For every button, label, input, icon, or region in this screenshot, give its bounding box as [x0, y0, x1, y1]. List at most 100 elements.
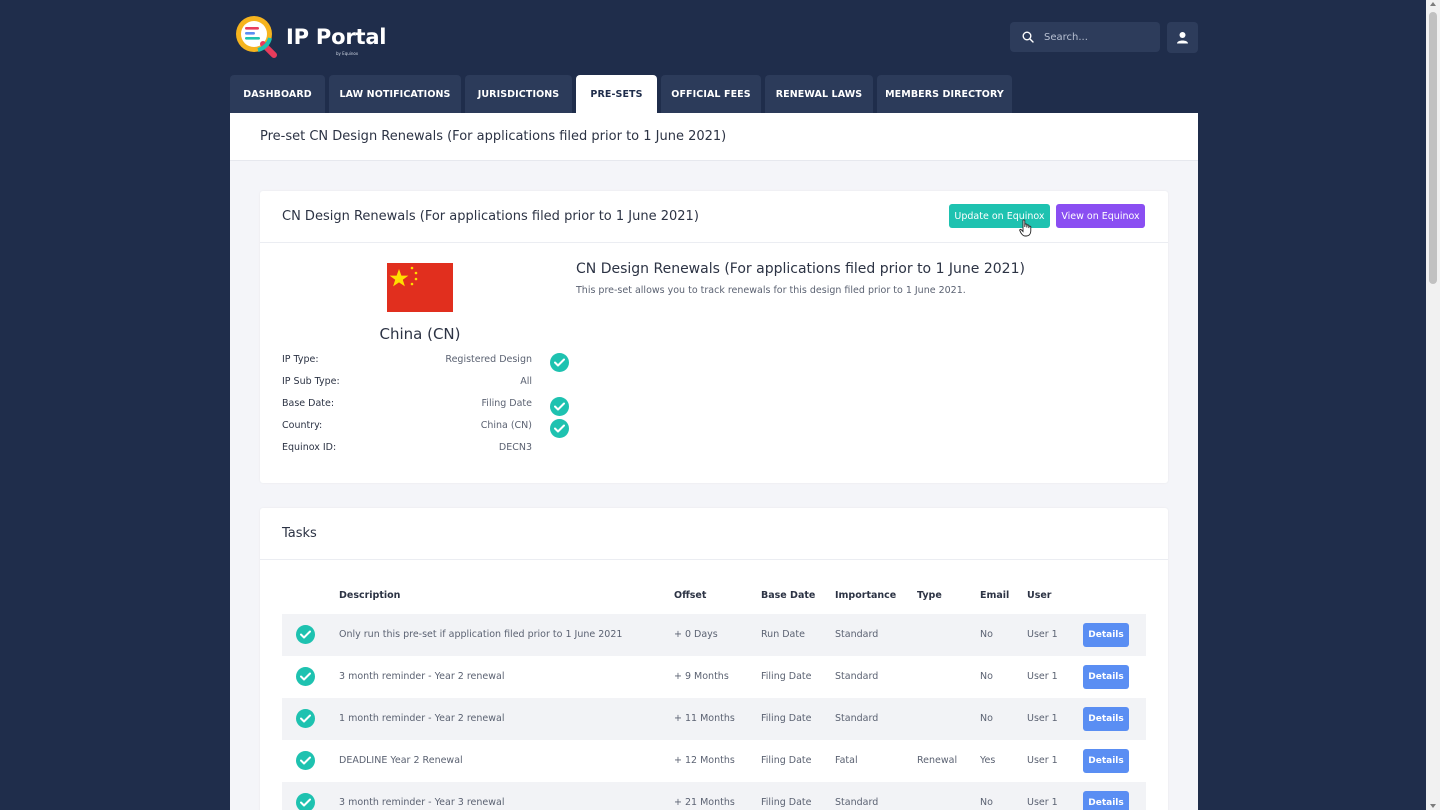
column-header: Importance — [835, 590, 897, 601]
task-description: Only run this pre-set if application fil… — [339, 629, 623, 640]
task-base-date: Run Date — [761, 629, 805, 640]
tasks-card: Tasks Description Offset Base Date Impor… — [260, 508, 1168, 810]
details-button[interactable]: Details — [1083, 749, 1129, 773]
task-offset: + 12 Months — [674, 755, 735, 766]
check-circle-icon — [296, 751, 315, 770]
check-circle-icon — [550, 397, 569, 416]
detail-value: China (CN) — [480, 420, 532, 431]
task-description: 3 month reminder - Year 2 renewal — [339, 671, 505, 682]
detail-country: Country: China (CN) — [282, 420, 532, 436]
check-circle-icon — [296, 793, 315, 810]
search-input[interactable] — [1044, 31, 1154, 43]
tab-jurisdictions[interactable]: JURISDICTIONS — [465, 75, 572, 113]
task-email: No — [980, 671, 993, 682]
details-button[interactable]: Details — [1083, 707, 1129, 731]
task-row: 3 month reminder - Year 2 renewal + 9 Mo… — [282, 656, 1146, 698]
pointer-cursor-icon — [1019, 219, 1032, 237]
tab-official-fees[interactable]: OFFICIAL FEES — [661, 75, 761, 113]
search-icon — [1022, 31, 1034, 43]
tab-law-notifications[interactable]: LAW NOTIFICATIONS — [329, 75, 461, 113]
task-email: Yes — [980, 755, 996, 766]
task-description: 3 month reminder - Year 3 renewal — [339, 797, 505, 808]
user-menu-button[interactable] — [1167, 22, 1198, 53]
task-base-date: Filing Date — [761, 797, 812, 808]
detail-label: Equinox ID: — [282, 442, 337, 453]
details-button[interactable]: Details — [1083, 665, 1129, 689]
column-header: Description — [339, 590, 401, 601]
task-user: User 1 — [1027, 713, 1058, 724]
check-circle-icon — [550, 353, 569, 372]
tasks-table-header: Description Offset Base Date Importance … — [282, 590, 1146, 614]
detail-value: Filing Date — [481, 398, 532, 409]
detail-value: Registered Design — [445, 354, 532, 365]
task-importance: Fatal — [835, 755, 858, 766]
task-importance: Standard — [835, 629, 879, 640]
tab-pre-sets[interactable]: PRE-SETS — [576, 75, 657, 113]
search-box[interactable] — [1010, 22, 1160, 52]
task-base-date: Filing Date — [761, 755, 812, 766]
task-base-date: Filing Date — [761, 671, 812, 682]
update-on-equinox-button[interactable]: Update on Equinox — [949, 204, 1050, 228]
column-header: Offset — [674, 590, 707, 601]
check-circle-icon — [296, 667, 315, 686]
column-header: User — [1027, 590, 1052, 601]
task-importance: Standard — [835, 797, 879, 808]
detail-equinox-id: Equinox ID: DECN3 — [282, 442, 532, 458]
preset-description: This pre-set allows you to track renewal… — [576, 285, 966, 296]
task-base-date: Filing Date — [761, 713, 812, 724]
user-icon — [1177, 32, 1188, 44]
page-title: Pre-set CN Design Renewals (For applicat… — [230, 113, 1198, 161]
preset-heading: CN Design Renewals (For applications fil… — [576, 261, 1025, 277]
app-logo[interactable]: IP Portal by Equinox — [234, 14, 387, 60]
app-title: IP Portal — [286, 25, 387, 49]
ip-portal-logo-icon — [236, 16, 277, 58]
detail-value: DECN3 — [498, 442, 532, 453]
page-scrollbar[interactable] — [1426, 0, 1440, 810]
detail-label: Base Date: — [282, 398, 335, 409]
china-flag-image — [387, 263, 453, 312]
detail-ip-type: IP Type: Registered Design — [282, 354, 532, 370]
task-importance: Standard — [835, 671, 879, 682]
preset-card: CN Design Renewals (For applications fil… — [260, 191, 1168, 483]
tab-renewal-laws[interactable]: RENEWAL LAWS — [765, 75, 873, 113]
task-row: Only run this pre-set if application fil… — [282, 614, 1146, 656]
details-button[interactable]: Details — [1083, 623, 1129, 647]
task-user: User 1 — [1027, 797, 1058, 808]
task-description: DEADLINE Year 2 Renewal — [339, 755, 463, 766]
scroll-thumb[interactable] — [1429, 12, 1437, 284]
detail-value: All — [520, 376, 532, 387]
check-circle-icon — [296, 709, 315, 728]
task-offset: + 11 Months — [674, 713, 735, 724]
task-offset: + 9 Months — [674, 671, 729, 682]
task-offset: + 21 Months — [674, 797, 735, 808]
details-button[interactable]: Details — [1083, 791, 1129, 810]
scroll-down-arrow[interactable] — [1430, 804, 1436, 808]
task-user: User 1 — [1027, 629, 1058, 640]
column-header: Type — [917, 590, 942, 601]
column-header: Email — [980, 590, 1010, 601]
tasks-title: Tasks — [260, 508, 1168, 560]
task-user: User 1 — [1027, 671, 1058, 682]
check-circle-icon — [550, 419, 569, 438]
task-email: No — [980, 797, 993, 808]
task-row: DEADLINE Year 2 Renewal + 12 Months Fili… — [282, 740, 1146, 782]
task-user: User 1 — [1027, 755, 1058, 766]
tab-members-directory[interactable]: MEMBERS DIRECTORY — [877, 75, 1012, 113]
detail-label: Country: — [282, 420, 323, 431]
view-on-equinox-button[interactable]: View on Equinox — [1056, 204, 1145, 228]
main-panel: Pre-set CN Design Renewals (For applicat… — [230, 113, 1198, 810]
tab-dashboard[interactable]: DASHBOARD — [230, 75, 325, 113]
task-type: Renewal — [917, 755, 958, 766]
task-row: 1 month reminder - Year 2 renewal + 11 M… — [282, 698, 1146, 740]
task-offset: + 0 Days — [674, 629, 718, 640]
task-importance: Standard — [835, 713, 879, 724]
country-name: China (CN) — [379, 325, 461, 343]
main-nav-tabs: DASHBOARD LAW NOTIFICATIONS JURISDICTION… — [230, 75, 1016, 113]
column-header: Base Date — [761, 590, 816, 601]
detail-label: IP Type: — [282, 354, 319, 365]
task-row: 3 month reminder - Year 3 renewal + 21 M… — [282, 782, 1146, 810]
scroll-up-arrow[interactable] — [1430, 2, 1436, 6]
detail-ip-sub-type: IP Sub Type: All — [282, 376, 532, 392]
task-description: 1 month reminder - Year 2 renewal — [339, 713, 505, 724]
detail-base-date: Base Date: Filing Date — [282, 398, 532, 414]
